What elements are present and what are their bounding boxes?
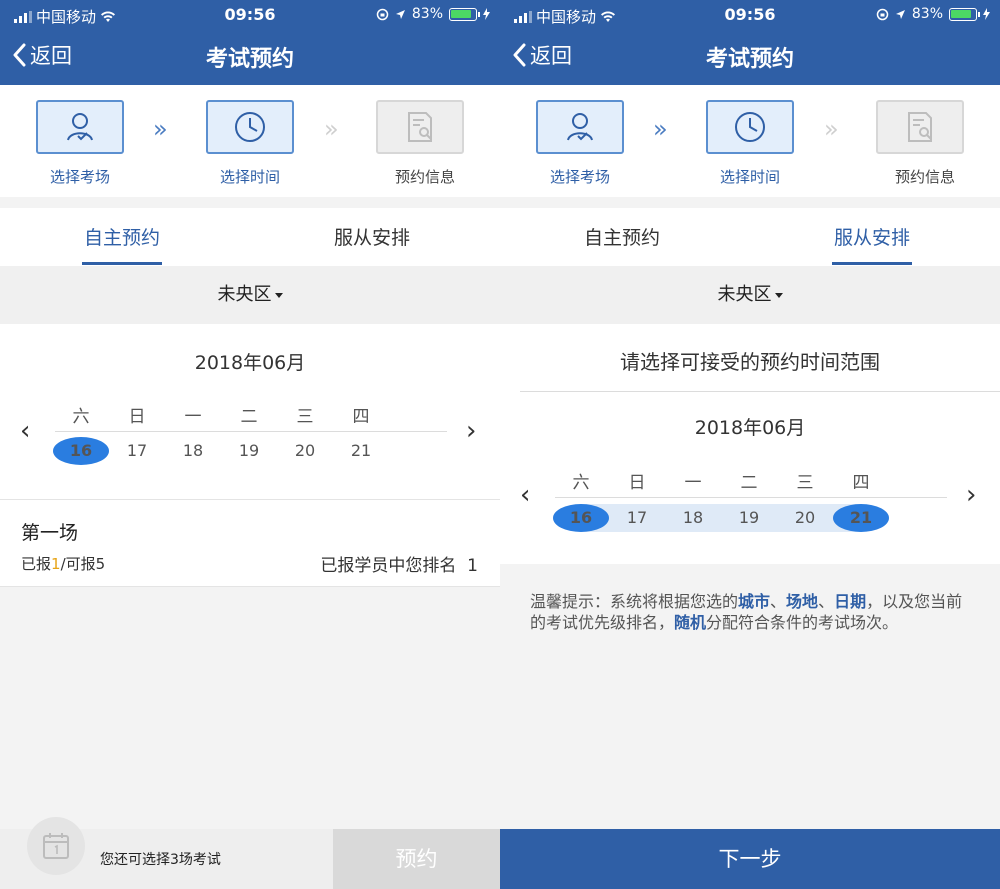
date-cell[interactable]: 19 bbox=[221, 437, 277, 465]
bottom-bar: 您还可选择3场考试 预约 bbox=[0, 817, 500, 889]
district-dropdown[interactable]: 未央区 bbox=[500, 266, 1000, 324]
user-check-icon bbox=[36, 100, 124, 154]
booking-tabs: 自主预约 服从安排 bbox=[0, 208, 500, 266]
nav-bar: 返回 考试预约 bbox=[500, 30, 1000, 85]
step-booking-info: 预约信息 bbox=[376, 100, 464, 187]
lock-rotation-icon bbox=[876, 8, 889, 20]
session-stats: 已报1/可报5 bbox=[21, 555, 106, 573]
district-dropdown[interactable]: 未央区 bbox=[0, 266, 500, 324]
step-arrow-icon: » bbox=[824, 115, 839, 143]
calendar-month: 2018年06月 bbox=[694, 417, 806, 439]
step-arrow-icon: » bbox=[153, 115, 168, 143]
step-progress: 选择考场 » 选择时间 » 预约信息 bbox=[500, 85, 1000, 197]
date-cell-in-range[interactable]: 20 bbox=[777, 504, 833, 532]
date-cell[interactable]: 18 bbox=[165, 437, 221, 465]
next-week-button[interactable]: › bbox=[966, 480, 976, 510]
clock-icon bbox=[706, 100, 794, 154]
tab-self-booking[interactable]: 自主预约 bbox=[81, 223, 163, 265]
screenshot: 中国移动 09:56 83% 返回 考试预约 选择考场 » 选择时间 » 预约信… bbox=[0, 0, 1000, 889]
calendar-icon bbox=[27, 817, 85, 875]
document-search-icon bbox=[376, 100, 464, 154]
booking-tabs: 自主预约 服从安排 bbox=[500, 208, 1000, 266]
lock-rotation-icon bbox=[376, 8, 389, 20]
date-cell-in-range[interactable]: 19 bbox=[721, 504, 777, 532]
session-name: 第一场 bbox=[21, 522, 79, 544]
phone-assigned-booking: 中国移动 09:56 83% 返回 考试预约 选择考场 » 选择时间 » 预约信… bbox=[500, 0, 1000, 889]
user-check-icon bbox=[536, 100, 624, 154]
clock-icon bbox=[206, 100, 294, 154]
header: 中国移动 09:56 83% 返回 考试预约 bbox=[0, 0, 500, 85]
calendar: 2018年06月 ‹ › 六 日 一 二 三 四 16 17 18 19 20 … bbox=[0, 324, 500, 499]
session-row[interactable]: 第一场 已报1/可报5 已报学员中您排名 1 bbox=[0, 499, 500, 587]
tab-self-booking[interactable]: 自主预约 bbox=[584, 223, 660, 250]
calendar: 2018年06月 ‹ › 六 日 一 二 三 四 16 17 18 19 20 … bbox=[500, 392, 1000, 564]
phone-self-booking: 中国移动 09:56 83% 返回 考试预约 选择考场 » 选择时间 » 预约信… bbox=[0, 0, 500, 889]
date-cell-range-start[interactable]: 16 bbox=[553, 504, 609, 532]
range-prompt-panel: 请选择可接受的预约时间范围 bbox=[520, 324, 1000, 392]
location-icon bbox=[395, 9, 405, 19]
tab-assigned[interactable]: 服从安排 bbox=[334, 223, 410, 250]
step-select-venue: 选择考场 bbox=[36, 100, 124, 187]
step-arrow-icon: » bbox=[653, 115, 668, 143]
charging-icon bbox=[483, 8, 490, 20]
nav-bar: 返回 考试预约 bbox=[0, 30, 500, 85]
calendar-divider bbox=[555, 497, 947, 498]
reserve-button[interactable]: 预约 bbox=[333, 829, 500, 889]
caret-down-icon bbox=[274, 292, 283, 298]
battery-percent: 83% bbox=[911, 6, 943, 22]
date-cell[interactable]: 21 bbox=[333, 437, 389, 465]
battery-icon bbox=[449, 7, 480, 21]
date-cell-selected[interactable]: 16 bbox=[53, 437, 109, 465]
session-rank: 已报学员中您排名 1 bbox=[320, 556, 478, 576]
calendar-divider bbox=[55, 431, 447, 432]
range-prompt: 请选择可接受的预约时间范围 bbox=[620, 350, 880, 374]
date-cell[interactable]: 20 bbox=[277, 437, 333, 465]
page-title: 考试预约 bbox=[705, 47, 794, 72]
date-row: 16 17 18 19 20 21 bbox=[53, 437, 389, 465]
location-icon bbox=[895, 9, 905, 19]
status-bar: 中国移动 09:56 83% bbox=[0, 0, 500, 30]
step-progress: 选择考场 » 选择时间 » 预约信息 bbox=[0, 85, 500, 197]
date-cell-in-range[interactable]: 18 bbox=[665, 504, 721, 532]
step-select-venue: 选择考场 bbox=[536, 100, 624, 187]
page-title: 考试预约 bbox=[205, 47, 294, 72]
step-arrow-icon: » bbox=[324, 115, 339, 143]
weekday-row: 六 日 一 二 三 四 bbox=[72, 407, 370, 427]
battery-percent: 83% bbox=[411, 6, 443, 22]
next-step-button[interactable]: 下一步 bbox=[500, 829, 1000, 889]
weekday-row: 六 日 一 二 三 四 bbox=[572, 473, 870, 493]
date-cell-in-range[interactable]: 17 bbox=[609, 504, 665, 532]
status-bar: 中国移动 09:56 83% bbox=[500, 0, 1000, 30]
step-booking-info: 预约信息 bbox=[876, 100, 964, 187]
prev-week-button[interactable]: ‹ bbox=[20, 416, 30, 446]
status-right: 83% bbox=[876, 6, 990, 22]
step-select-time: 选择时间 bbox=[206, 100, 294, 187]
date-row: 16 17 18 19 20 21 bbox=[553, 504, 889, 532]
charging-icon bbox=[983, 8, 990, 20]
date-cell[interactable]: 17 bbox=[109, 437, 165, 465]
prev-week-button[interactable]: ‹ bbox=[520, 480, 530, 510]
next-week-button[interactable]: › bbox=[466, 416, 476, 446]
battery-icon bbox=[949, 7, 980, 21]
date-cell-range-end[interactable]: 21 bbox=[833, 504, 889, 532]
hint-text: 温馨提示：系统将根据您选的城市、场地、日期，以及您当前的考试优先级排名，随机分配… bbox=[530, 592, 963, 632]
tab-assigned[interactable]: 服从安排 bbox=[831, 223, 913, 265]
remaining-message: 您还可选择3场考试 bbox=[100, 852, 221, 868]
header: 中国移动 09:56 83% 返回 考试预约 bbox=[500, 0, 1000, 85]
calendar-month: 2018年06月 bbox=[194, 352, 306, 374]
step-select-time: 选择时间 bbox=[706, 100, 794, 187]
status-right: 83% bbox=[376, 6, 490, 22]
caret-down-icon bbox=[774, 292, 783, 298]
document-search-icon bbox=[876, 100, 964, 154]
